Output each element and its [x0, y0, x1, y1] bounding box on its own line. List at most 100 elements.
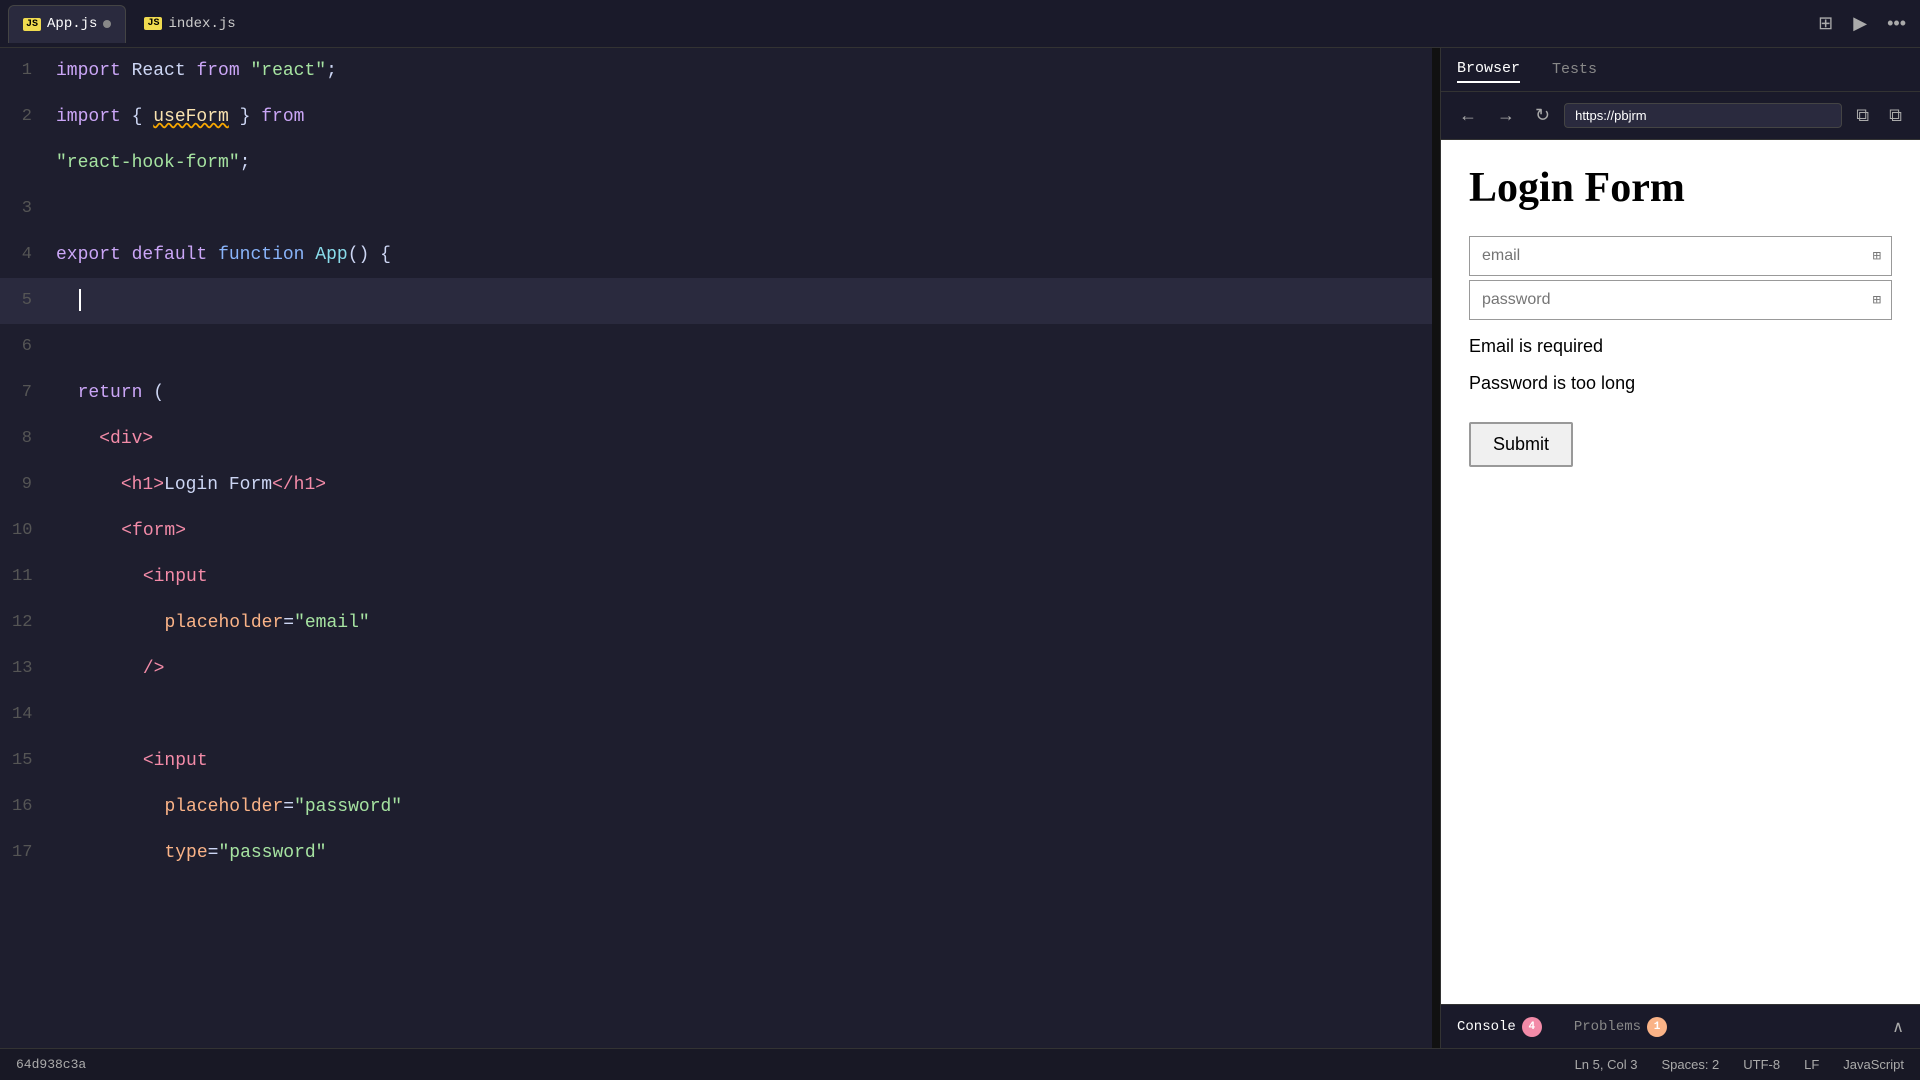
- editor-browser-divider[interactable]: [1432, 48, 1440, 1048]
- line-content-8: <div>: [56, 416, 1432, 462]
- code-area[interactable]: 1 import React from "react"; 2 import { …: [0, 48, 1432, 1048]
- play-icon-btn[interactable]: ▶: [1847, 9, 1873, 38]
- more-options-btn[interactable]: •••: [1881, 9, 1912, 38]
- line-content-12: placeholder="email": [56, 600, 1432, 646]
- main-area: 1 import React from "react"; 2 import { …: [0, 48, 1920, 1048]
- tab-label-indexjs: index.js: [168, 16, 235, 32]
- email-input-icon: ⊞: [1863, 240, 1891, 273]
- line-content-2: import { useForm } from: [56, 94, 1432, 140]
- cursor-position: Ln 5, Col 3: [1575, 1057, 1638, 1072]
- line-content-1: import React from "react";: [56, 48, 1432, 94]
- status-bar: 64d938c3a Ln 5, Col 3 Spaces: 2 UTF-8 LF…: [0, 1048, 1920, 1080]
- code-line-14: 14: [0, 692, 1432, 738]
- collapse-panel-button[interactable]: ∧: [1892, 1017, 1904, 1037]
- tab-actions: ⊞ ▶ •••: [1812, 9, 1912, 38]
- js-badge-appjs: JS: [23, 18, 41, 31]
- line-number-7: 7: [0, 370, 56, 416]
- editor-pane: 1 import React from "react"; 2 import { …: [0, 48, 1432, 1048]
- code-line-5: 5: [0, 278, 1432, 324]
- code-line-6: 6: [0, 324, 1432, 370]
- line-number-15: 15: [0, 738, 56, 784]
- line-content-5: [56, 278, 1432, 324]
- line-number-3: 3: [0, 186, 56, 232]
- tab-label-appjs: App.js: [47, 16, 97, 32]
- browser-tab-bar: Browser Tests: [1441, 48, 1920, 92]
- code-line-7: 7 return (: [0, 370, 1432, 416]
- copy-url-button[interactable]: ⧉: [1850, 101, 1875, 130]
- code-line-1: 1 import React from "react";: [0, 48, 1432, 94]
- console-badge: 4: [1522, 1017, 1542, 1037]
- code-line-11: 11 <input: [0, 554, 1432, 600]
- console-tab-label: Console: [1457, 1019, 1516, 1035]
- language-mode: JavaScript: [1843, 1057, 1904, 1072]
- new-tab-button[interactable]: ⧉: [1883, 101, 1908, 130]
- code-line-15: 15 <input: [0, 738, 1432, 784]
- line-content-6: [56, 324, 1432, 370]
- password-input[interactable]: [1470, 281, 1863, 319]
- line-number-13: 13: [0, 646, 56, 692]
- password-input-icon: ⊞: [1863, 284, 1891, 317]
- line-number-17: 17: [0, 830, 56, 876]
- line-content-15: <input: [56, 738, 1432, 784]
- encoding: UTF-8: [1743, 1057, 1780, 1072]
- line-ending: LF: [1804, 1057, 1819, 1072]
- reload-button[interactable]: ↻: [1529, 101, 1556, 130]
- line-number-1: 1: [0, 48, 56, 94]
- line-number-2: 2: [0, 94, 56, 140]
- indentation: Spaces: 2: [1661, 1057, 1719, 1072]
- line-number-14: 14: [0, 692, 56, 738]
- line-content-7: return (: [56, 370, 1432, 416]
- code-line-10: 10 <form>: [0, 508, 1432, 554]
- line-content-2b: "react-hook-form";: [56, 140, 1432, 186]
- browser-tab-browser[interactable]: Browser: [1457, 56, 1520, 83]
- line-number-5: 5: [0, 278, 56, 324]
- console-tab[interactable]: Console 4: [1457, 1017, 1542, 1037]
- email-input[interactable]: [1470, 237, 1863, 275]
- code-line-2: 2 import { useForm } from: [0, 94, 1432, 140]
- browser-toolbar: ← → ↻ ⧉ ⧉: [1441, 92, 1920, 140]
- line-content-14: [56, 692, 1432, 738]
- line-number-6: 6: [0, 324, 56, 370]
- code-line-16: 16 placeholder="password": [0, 784, 1432, 830]
- line-content-16: placeholder="password": [56, 784, 1432, 830]
- line-content-4: export default function App() {: [56, 232, 1432, 278]
- line-number-4: 4: [0, 232, 56, 278]
- password-input-row: ⊞: [1469, 280, 1892, 320]
- submit-button[interactable]: Submit: [1469, 422, 1573, 467]
- tab-app-js[interactable]: JS App.js: [8, 5, 126, 43]
- code-line-17: 17 type="password": [0, 830, 1432, 876]
- browser-app-title: Login Form: [1469, 164, 1892, 212]
- text-cursor: [79, 289, 81, 311]
- browser-content: Login Form ⊞ ⊞ Email is required Passwor…: [1441, 140, 1920, 1004]
- line-content-17: type="password": [56, 830, 1432, 876]
- tab-index-js[interactable]: JS index.js: [130, 5, 249, 43]
- line-content-11: <input: [56, 554, 1432, 600]
- code-line-4: 4 export default function App() {: [0, 232, 1432, 278]
- code-line-3: 3: [0, 186, 1432, 232]
- browser-bottom-bar: Console 4 Problems 1 ∧: [1441, 1004, 1920, 1048]
- browser-pane: Browser Tests ← → ↻ ⧉ ⧉ Login Form ⊞ ⊞ E…: [1440, 48, 1920, 1048]
- email-error-message: Email is required: [1469, 336, 1892, 357]
- layout-icon-btn[interactable]: ⊞: [1812, 9, 1839, 38]
- line-number-12: 12: [0, 600, 56, 646]
- browser-tab-tests[interactable]: Tests: [1552, 57, 1597, 82]
- code-line-9: 9 <h1>Login Form</h1>: [0, 462, 1432, 508]
- js-badge-indexjs: JS: [144, 17, 162, 30]
- line-number-16: 16: [0, 784, 56, 830]
- problems-badge: 1: [1647, 1017, 1667, 1037]
- line-content-3: [56, 186, 1432, 232]
- line-content-10: <form>: [56, 508, 1432, 554]
- line-number-8: 8: [0, 416, 56, 462]
- url-bar[interactable]: [1564, 103, 1842, 128]
- tab-bar: JS App.js JS index.js ⊞ ▶ •••: [0, 0, 1920, 48]
- line-content-13: />: [56, 646, 1432, 692]
- back-button[interactable]: ←: [1453, 101, 1483, 130]
- code-line-8: 8 <div>: [0, 416, 1432, 462]
- problems-tab[interactable]: Problems 1: [1574, 1017, 1667, 1037]
- forward-button[interactable]: →: [1491, 101, 1521, 130]
- line-number-10: 10: [0, 508, 56, 554]
- line-number-11: 11: [0, 554, 56, 600]
- code-line-12: 12 placeholder="email": [0, 600, 1432, 646]
- problems-tab-label: Problems: [1574, 1019, 1641, 1035]
- email-input-row: ⊞: [1469, 236, 1892, 276]
